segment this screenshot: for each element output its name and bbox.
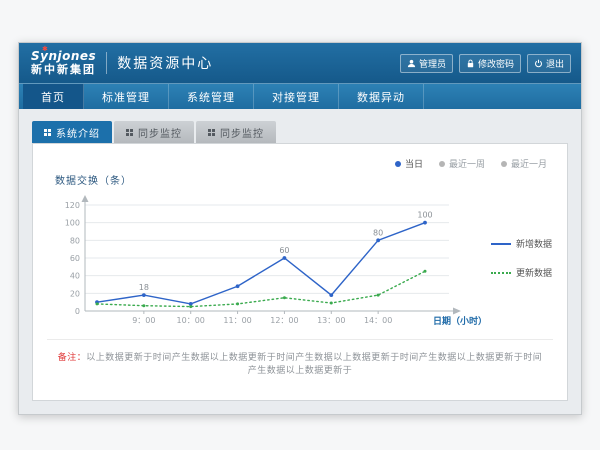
footer-note: 备注：以上数据更新于时间产生数据以上数据更新于时间产生数据以上数据更新于时间产生… (47, 339, 553, 404)
nav-item-docking-mgmt[interactable]: 对接管理 (254, 84, 339, 109)
legend-label: 最近一周 (449, 157, 485, 170)
tab-label: 系统介绍 (56, 125, 100, 140)
svg-text:80: 80 (70, 236, 80, 245)
lock-icon (466, 59, 475, 68)
tab-sync-monitor-1[interactable]: 同步监控 (114, 121, 194, 143)
tab-label: 同步监控 (138, 125, 182, 140)
header-divider (106, 52, 107, 74)
svg-text:14：00: 14：00 (364, 316, 392, 325)
user-icon (407, 59, 416, 68)
legend-dot (501, 161, 507, 167)
change-password-label: 修改密码 (478, 57, 514, 70)
grid-icon (44, 129, 51, 136)
logout-label: 退出 (546, 57, 564, 70)
legend-label: 最近一月 (511, 157, 547, 170)
tab-sync-monitor-2[interactable]: 同步监控 (196, 121, 276, 143)
svg-text:18: 18 (139, 283, 149, 292)
series-legend-item[interactable]: 更新数据 (491, 266, 552, 279)
legend-dot (439, 161, 445, 167)
logout-button[interactable]: 退出 (527, 54, 571, 73)
svg-text:日期（小时）: 日期（小时） (433, 315, 487, 327)
svg-text:100: 100 (417, 211, 432, 220)
tab-system-intro[interactable]: 系统介绍 (32, 121, 112, 143)
content-area: 系统介绍 同步监控 同步监控 当日 最近一周 最近一月 数据交换（条） 0 20 4… (19, 109, 581, 414)
chart-panel: 当日 最近一周 最近一月 数据交换（条） 0 20 40 60 80 100 120 9：00… (32, 143, 568, 401)
nav-item-standard-mgmt[interactable]: 标准管理 (84, 84, 169, 109)
legend-top-item[interactable]: 最近一月 (501, 157, 547, 170)
legend-top-item[interactable]: 当日 (395, 157, 423, 170)
power-icon (534, 59, 543, 68)
top-header: ✱ Synjones 新中新集团 数据资源中心 管理员 修改密码 退出 (19, 43, 581, 83)
brand-name: Synjones (31, 50, 96, 63)
chart-row: 0 20 40 60 80 100 120 9：00 10：00 11：00 12：00 13：00 1… (51, 189, 553, 339)
nav-item-label: 对接管理 (272, 89, 320, 105)
svg-text:13：00: 13：00 (317, 316, 345, 325)
svg-text:9：00: 9：00 (132, 316, 155, 325)
nav-item-system-mgmt[interactable]: 系统管理 (169, 84, 254, 109)
legend-label: 当日 (405, 157, 423, 170)
line-chart: 0 20 40 60 80 100 120 9：00 10：00 11：00 12：00 13：00 1… (51, 189, 491, 339)
grid-icon (208, 129, 215, 136)
admin-user-label: 管理员 (419, 57, 446, 70)
legend-dot (395, 161, 401, 167)
series-label: 新增数据 (516, 237, 552, 250)
series-label: 更新数据 (516, 266, 552, 279)
app-window: ✱ Synjones 新中新集团 数据资源中心 管理员 修改密码 退出 首页 标… (18, 42, 582, 415)
solid-line-icon (491, 243, 511, 245)
nav-item-data-change[interactable]: 数据异动 (339, 84, 424, 109)
y-axis-title: 数据交换（条） (55, 172, 553, 187)
page-title: 数据资源中心 (117, 53, 213, 73)
svg-text:10：00: 10：00 (177, 316, 205, 325)
nav-item-label: 系统管理 (187, 89, 235, 105)
svg-text:20: 20 (70, 289, 80, 298)
svg-text:80: 80 (373, 228, 383, 237)
nav-item-label: 首页 (41, 89, 65, 105)
change-password-button[interactable]: 修改密码 (459, 54, 521, 73)
note-prefix: 备注： (58, 353, 87, 363)
svg-text:12：00: 12：00 (270, 316, 298, 325)
grid-icon (126, 129, 133, 136)
period-legend: 当日 最近一周 最近一月 (395, 157, 547, 170)
svg-text:0: 0 (75, 307, 80, 316)
user-area: 管理员 修改密码 退出 (400, 54, 571, 73)
main-nav: 首页 标准管理 系统管理 对接管理 数据异动 (19, 83, 581, 109)
svg-text:60: 60 (70, 254, 80, 263)
brand-star-icon: ✱ (42, 46, 48, 54)
series-legend-item[interactable]: 新增数据 (491, 237, 552, 250)
tab-bar: 系统介绍 同步监控 同步监控 (32, 121, 568, 143)
legend-top-item[interactable]: 最近一周 (439, 157, 485, 170)
nav-item-label: 数据异动 (357, 89, 405, 105)
admin-user-button[interactable]: 管理员 (400, 54, 453, 73)
nav-item-home[interactable]: 首页 (23, 84, 84, 109)
svg-text:60: 60 (279, 246, 289, 255)
nav-item-label: 标准管理 (102, 89, 150, 105)
brand-logo[interactable]: ✱ Synjones 新中新集团 (29, 50, 96, 75)
note-text: 以上数据更新于时间产生数据以上数据更新于时间产生数据以上数据更新于时间产生数据以… (86, 353, 542, 376)
dotted-line-icon (491, 272, 511, 274)
svg-text:40: 40 (70, 272, 80, 281)
svg-text:120: 120 (65, 201, 80, 210)
svg-text:100: 100 (65, 219, 80, 228)
tab-label: 同步监控 (220, 125, 264, 140)
brand-name-cn: 新中新集团 (31, 64, 96, 76)
series-legend: 新增数据 更新数据 (491, 189, 552, 339)
svg-text:11：00: 11：00 (223, 316, 251, 325)
